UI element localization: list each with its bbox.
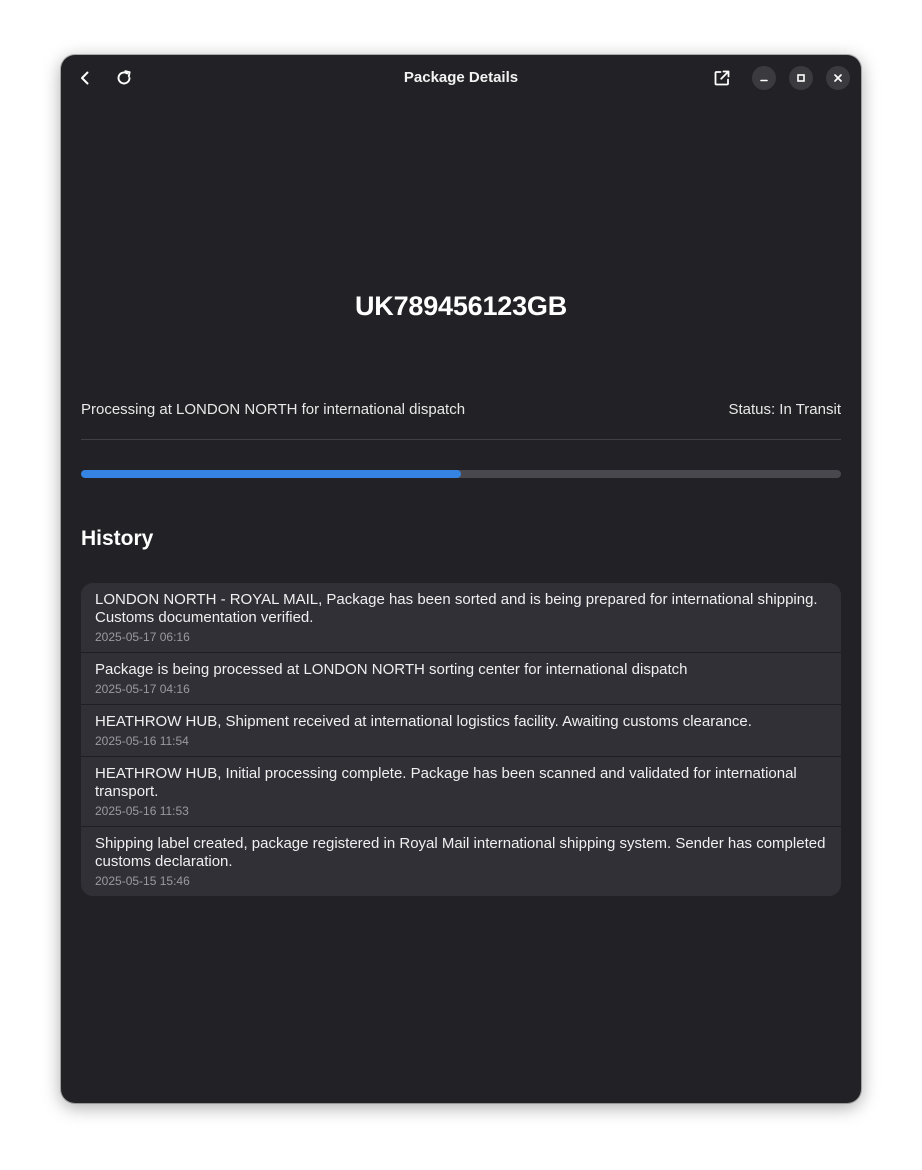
go-back-icon — [81, 71, 89, 85]
minimize-icon — [760, 79, 768, 82]
close-icon — [834, 74, 842, 82]
reload-button[interactable] — [109, 62, 139, 94]
back-button[interactable] — [71, 62, 99, 94]
window-title: Package Details — [403, 69, 519, 86]
history-item: Shipping label created, package register… — [81, 827, 841, 896]
history-item: HEATHROW HUB, Shipment received at inter… — [81, 705, 841, 757]
status-row: Processing at LONDON NORTH for internati… — [81, 399, 841, 421]
history-item: LONDON NORTH - ROYAL MAIL, Package has b… — [81, 583, 841, 653]
reload-icon — [117, 70, 131, 85]
progress-bar — [81, 470, 841, 478]
history-list: LONDON NORTH - ROYAL MAIL, Package has b… — [81, 583, 841, 896]
minimize-button[interactable] — [752, 66, 776, 90]
history-item-text: Shipping label created, package register… — [95, 835, 826, 870]
app-window: Package Details UK789456123GB Processing… — [61, 55, 861, 1103]
history-item-timestamp: 2025-05-16 11:54 — [95, 734, 189, 748]
history-item-text: HEATHROW HUB, Initial processing complet… — [95, 765, 797, 800]
status-description: Processing at LONDON NORTH for internati… — [81, 401, 466, 418]
history-item-text: HEATHROW HUB, Shipment received at inter… — [95, 713, 752, 730]
tracking-number: UK789456123GB — [354, 291, 568, 321]
history-item-timestamp: 2025-05-15 15:46 — [95, 874, 190, 888]
history-item-timestamp: 2025-05-16 11:53 — [95, 804, 189, 818]
maximize-icon — [797, 74, 805, 82]
history-item-text: LONDON NORTH - ROYAL MAIL, Package has b… — [95, 591, 818, 626]
history-heading: History — [81, 527, 154, 550]
open-external-button[interactable] — [706, 62, 738, 94]
header-bar: Package Details — [61, 55, 861, 101]
history-item: Package is being processed at LONDON NOR… — [81, 653, 841, 705]
history-item-text: Package is being processed at LONDON NOR… — [95, 661, 688, 678]
maximize-button[interactable] — [789, 66, 813, 90]
status-label: Status: In Transit — [728, 401, 841, 418]
divider — [81, 439, 841, 440]
history-item-timestamp: 2025-05-17 04:16 — [95, 682, 190, 696]
history-item-timestamp: 2025-05-17 06:16 — [95, 630, 190, 644]
history-item: HEATHROW HUB, Initial processing complet… — [81, 757, 841, 827]
close-button[interactable] — [826, 66, 850, 90]
open-external-icon — [714, 70, 730, 86]
progress-bar-fill — [81, 470, 461, 478]
